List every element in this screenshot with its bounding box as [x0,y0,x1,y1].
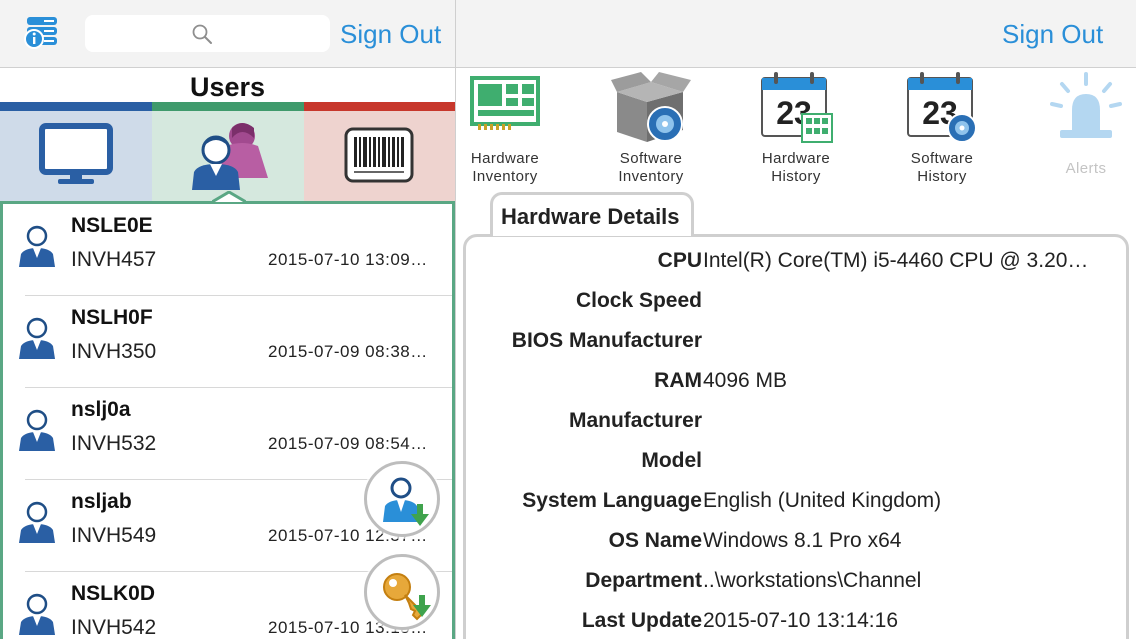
barcode-icon [344,127,414,183]
list-item[interactable]: NSLE0E INVH457 2015-07-10 13:09… [3,204,452,296]
hardware-details-panel: CPU Intel(R) Core(TM) i5-4460 CPU @ 3.20…… [463,234,1129,639]
user-name: nslj0a [71,398,131,421]
detail-label: BIOS Manufacturer [511,329,702,352]
detail-label: RAM [654,369,702,392]
user-avatar-icon [19,501,55,543]
hardware-history-button[interactable]: 23 Hardware History [731,72,861,192]
detail-value: Windows 8.1 Pro x64 [703,529,902,552]
detail-row: Last Update 2015-07-10 13:14:16 [466,601,1132,639]
sign-out-button-right[interactable]: Sign Out [1002,19,1103,50]
software-history-button[interactable]: 23 Software History [877,72,1007,192]
tool-label: Software Inventory [618,150,684,185]
detail-row: OS Name Windows 8.1 Pro x64 [466,521,1132,561]
detail-row: Clock Speed [466,281,1132,321]
inventory-id: INVH542 [71,616,157,639]
category-tabs [0,102,455,201]
right-pane: Sign Out Hardware Inventory Software Inv… [456,0,1136,639]
detail-row: Department ..\workstations\Channel [466,561,1132,601]
detail-label: OS Name [608,529,702,552]
detail-row: RAM 4096 MB [466,361,1132,401]
user-download-button[interactable] [364,461,440,537]
inventory-id: INVH532 [71,432,157,455]
detail-value: 2015-07-10 13:14:16 [703,609,898,632]
search-icon [192,24,212,44]
monitor-icon [39,123,113,184]
user-name: nsljab [71,490,132,513]
tab-accent-bar [0,102,152,111]
detail-label: System Language [522,489,702,512]
software-inventory-button[interactable]: Software Inventory [586,72,716,192]
detail-value: English (United Kingdom) [703,489,942,512]
detail-label: Department [585,569,702,592]
inventory-id: INVH457 [71,248,157,271]
detail-value: Intel(R) Core(TM) i5-4460 CPU @ 3.20… [703,249,1089,272]
detail-row: CPU Intel(R) Core(TM) i5-4460 CPU @ 3.20… [466,241,1132,281]
detail-label: Clock Speed [575,289,702,312]
tab-assets[interactable] [304,102,455,201]
hardware-inventory-icon [470,76,540,130]
alerts-button[interactable]: Alerts [1021,72,1136,192]
tool-label: Hardware Inventory [470,150,540,185]
key-download-button[interactable] [364,554,440,630]
last-seen-timestamp: 2015-07-10 13:09… [268,250,428,269]
inventory-id: INVH350 [71,340,157,363]
detail-tab-label: Hardware Details [501,204,680,229]
sign-out-button-left[interactable]: Sign Out [340,19,441,50]
detail-row: BIOS Manufacturer [466,321,1132,361]
software-history-icon: 23 [907,72,977,143]
right-header: Sign Out [456,0,1136,68]
left-pane: Sign Out Users NSLE0E INVH457 2015-07-10… [0,0,455,639]
detail-label: Last Update [581,609,702,632]
tab-accent-bar [304,102,455,111]
user-download-icon [383,477,429,526]
users-icon [192,123,268,190]
tab-accent-bar [152,102,304,111]
last-seen-timestamp: 2015-07-09 08:54… [268,434,428,453]
tab-pointer [212,191,246,204]
detail-row: Manufacturer [466,401,1132,441]
list-item[interactable]: NSLH0F INVH350 2015-07-09 08:38… [3,296,452,388]
user-name: NSLK0D [71,582,156,605]
user-avatar-icon [19,225,55,267]
page-title: Users [189,72,266,102]
alert-siren-icon [1050,72,1122,138]
user-name: NSLH0F [71,306,153,329]
search-input[interactable] [85,15,330,52]
user-name: NSLE0E [71,214,153,237]
hardware-inventory-button[interactable]: Hardware Inventory [456,72,570,192]
detail-row: Model [466,441,1132,481]
key-download-icon [383,573,431,621]
hardware-history-icon: 23 [761,72,833,143]
tool-label: Alerts [1065,160,1107,177]
user-avatar-icon [19,593,55,635]
detail-value: ..\workstations\Channel [703,569,922,592]
inventory-id: INVH549 [71,524,157,547]
user-avatar-icon [19,409,55,451]
user-avatar-icon [19,317,55,359]
detail-label: Model [641,449,702,472]
left-header: Sign Out [0,0,455,68]
last-seen-timestamp: 2015-07-09 08:38… [268,342,428,361]
tab-hardware-details[interactable]: Hardware Details [490,192,694,236]
tab-computers[interactable] [0,102,152,201]
detail-value: 4096 MB [703,369,788,392]
tab-users[interactable] [152,102,304,201]
detail-label: Manufacturer [568,409,702,432]
tool-label: Hardware History [761,150,831,185]
detail-label: CPU [657,249,702,272]
server-info-icon[interactable] [24,15,60,49]
detail-row: System Language English (United Kingdom) [466,481,1132,521]
app-root: Sign Out Users NSLE0E INVH457 2015-07-10… [0,0,1136,639]
software-inventory-icon [611,72,691,142]
tool-label: Software History [910,150,974,185]
